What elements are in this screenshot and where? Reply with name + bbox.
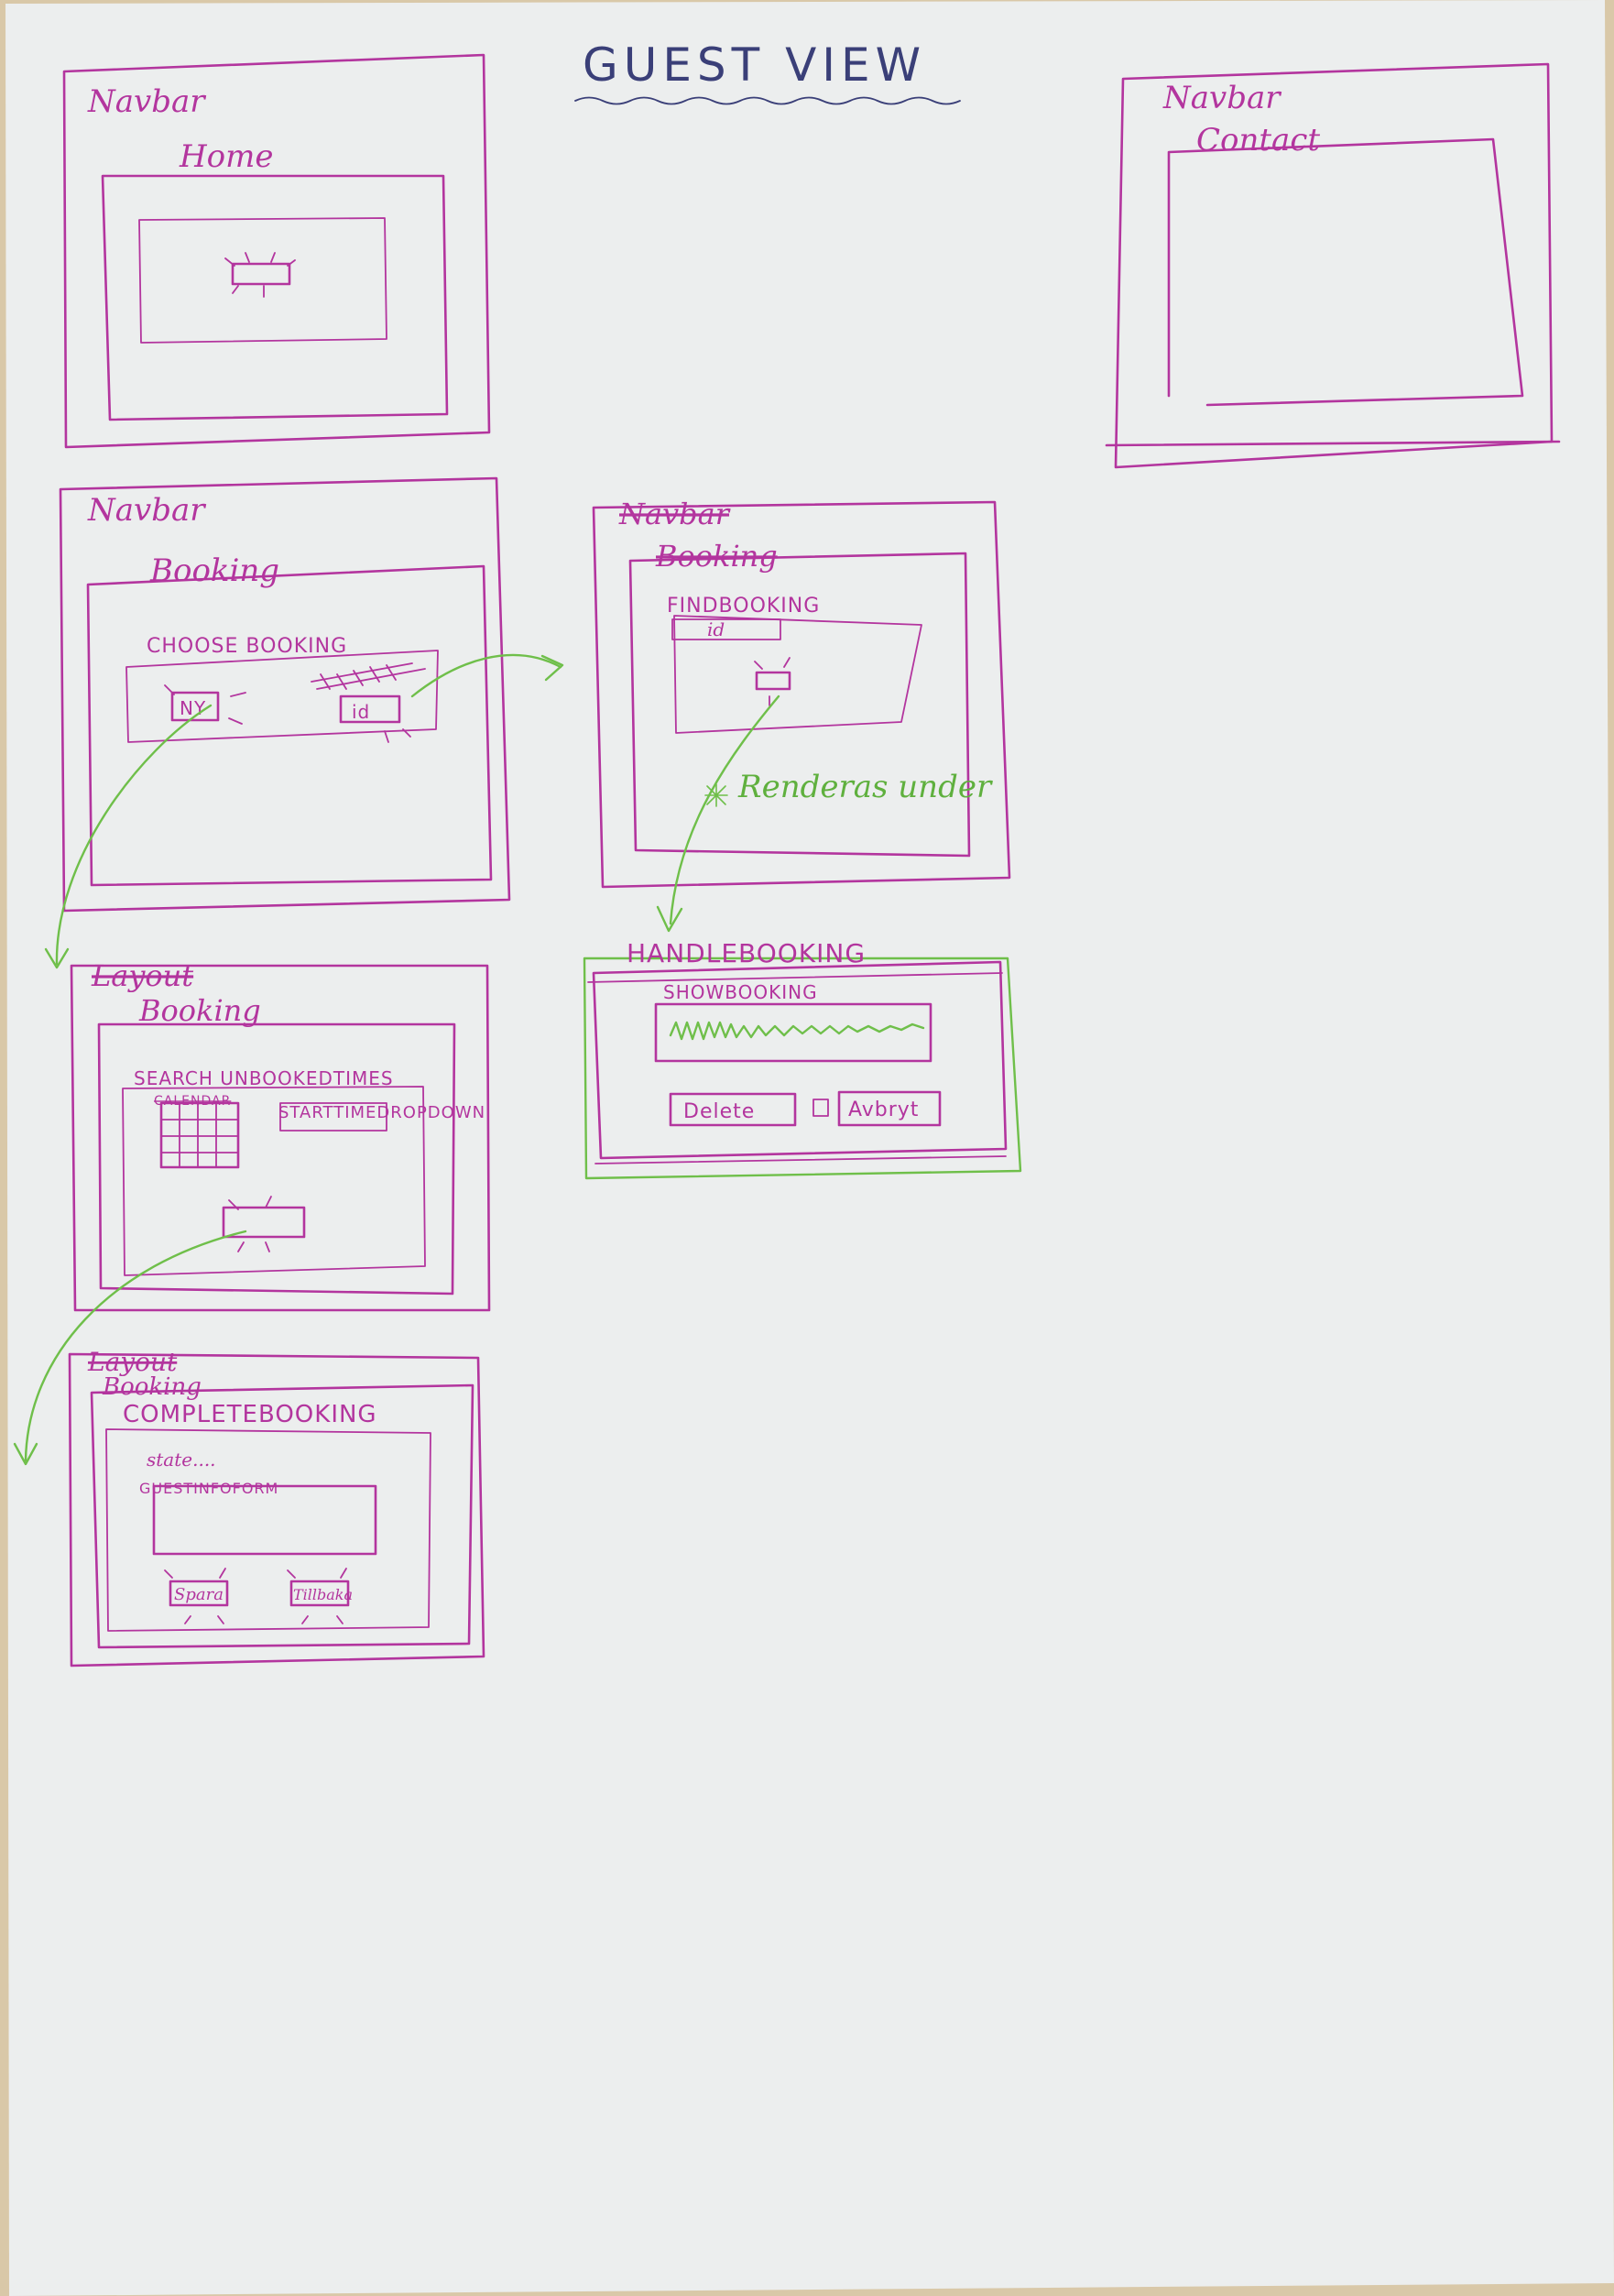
handle-booking-title: HANDLEBOOKING [627, 938, 866, 968]
svg-text:Spara: Spara [174, 1585, 224, 1604]
search-layout-label: Layout [91, 958, 193, 993]
svg-text:Tillbaka: Tillbaka [293, 1586, 353, 1603]
contact-navbar-label: Navbar [1162, 80, 1281, 116]
contact-page-label: Contact [1196, 122, 1320, 159]
sketch-sheet: GUEST VIEW Navbar Home Navbar Contact Na… [5, 0, 1614, 2296]
booking-navbar-label: Navbar [87, 492, 206, 529]
find-booking-label: FINDBOOKING [667, 595, 820, 618]
guest-info-form-label: GUESTINFOFORM [139, 1480, 278, 1497]
home-navbar-label: Navbar [87, 83, 206, 120]
choose-booking-label: CHOOSE BOOKING [147, 635, 347, 658]
state-label: state.... [147, 1449, 216, 1471]
svg-text:id: id [352, 701, 370, 723]
home-page-label: Home [179, 138, 273, 175]
complete-booking-label: COMPLETEBOOKING [123, 1401, 377, 1428]
show-booking-label: SHOWBOOKING [663, 981, 818, 1003]
page-title: GUEST VIEW [583, 38, 926, 92]
find-page-label: Booking [655, 539, 778, 574]
svg-text:NY: NY [180, 697, 206, 719]
find-navbar-label: Navbar [618, 497, 731, 531]
search-unbooked-label: SEARCH UNBOOKEDTIMES [134, 1067, 394, 1089]
svg-text:Avbryt: Avbryt [848, 1099, 919, 1121]
booking-page-label: Booking [149, 552, 279, 589]
search-page-label: Booking [138, 993, 261, 1028]
complete-page-label: Booking [102, 1373, 202, 1401]
svg-text:Delete: Delete [683, 1100, 755, 1123]
note-asterisk [704, 783, 728, 807]
svg-text:id: id [707, 618, 725, 640]
render-below-note: Renderas under [737, 769, 993, 805]
svg-text:STARTTIMEDROPDOWN: STARTTIMEDROPDOWN [278, 1103, 485, 1122]
svg-text:CALENDAR: CALENDAR [154, 1094, 231, 1109]
paper-sheet [5, 0, 1614, 2296]
